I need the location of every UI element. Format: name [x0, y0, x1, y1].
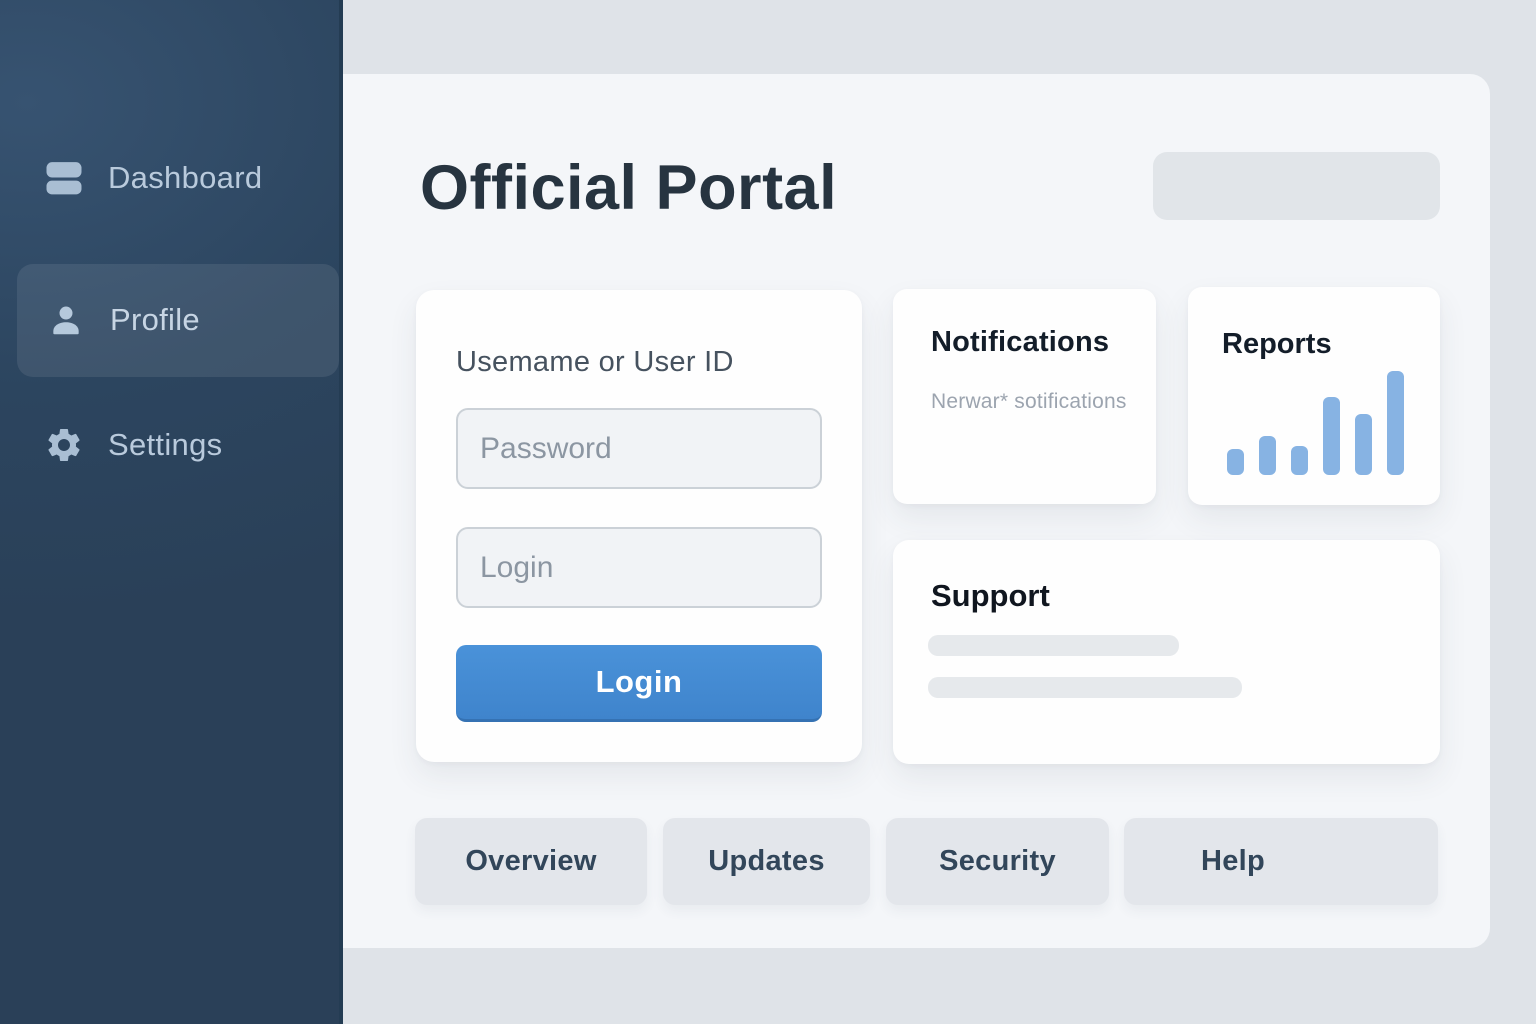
support-title: Support	[931, 578, 1050, 614]
tab-label: Help	[1201, 845, 1265, 878]
gear-icon	[44, 422, 84, 468]
tab-security[interactable]: Security	[886, 818, 1109, 905]
notifications-subtitle: Nerwar* sotifications	[931, 390, 1127, 414]
reports-title: Reports	[1222, 328, 1332, 361]
sidebar-item-profile[interactable]: Profile	[46, 294, 200, 346]
screen: Dashboard Profile Settings Official Port…	[0, 0, 1536, 1024]
bar	[1259, 436, 1276, 475]
sidebar-item-label: Profile	[110, 302, 200, 338]
tab-label: Overview	[465, 845, 596, 878]
sidebar: Dashboard Profile Settings	[0, 0, 343, 1024]
skeleton-line	[928, 677, 1242, 698]
reports-card: Reports	[1188, 287, 1440, 505]
page-title: Official Portal	[420, 152, 837, 224]
tab-updates[interactable]: Updates	[663, 818, 870, 905]
skeleton-line	[928, 635, 1179, 656]
sidebar-item-dashboard[interactable]: Dashboard	[44, 152, 262, 204]
sidebar-item-label: Settings	[108, 427, 222, 463]
password-input[interactable]	[456, 408, 822, 489]
login-input[interactable]	[456, 527, 822, 608]
bar	[1387, 371, 1404, 475]
notifications-card: Notifications Nerwar* sotifications	[893, 289, 1156, 504]
login-card: Usemame or User ID Login	[416, 290, 862, 762]
tab-label: Updates	[708, 845, 825, 878]
sidebar-item-label: Dashboard	[108, 160, 262, 196]
bar	[1323, 397, 1340, 475]
login-button[interactable]: Login	[456, 645, 822, 722]
username-label: Usemame or User ID	[456, 346, 734, 379]
bar	[1355, 414, 1372, 475]
tab-help[interactable]: Help	[1124, 818, 1438, 905]
user-icon	[46, 297, 86, 343]
tab-overview[interactable]: Overview	[415, 818, 647, 905]
sidebar-item-settings[interactable]: Settings	[44, 419, 222, 471]
bar	[1227, 449, 1244, 475]
notifications-title: Notifications	[931, 326, 1109, 359]
support-card: Support	[893, 540, 1440, 764]
tab-label: Security	[939, 845, 1056, 878]
reports-bar-chart	[1227, 365, 1404, 475]
header-placeholder	[1153, 152, 1440, 220]
bar	[1291, 446, 1308, 475]
dashboard-icon	[44, 155, 84, 201]
